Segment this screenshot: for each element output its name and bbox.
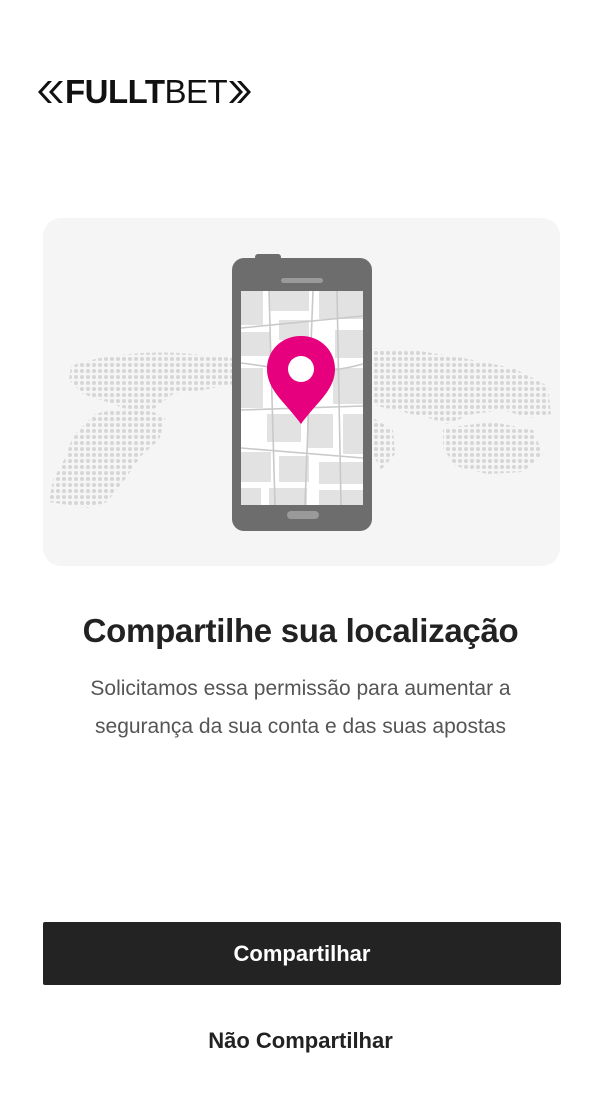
subtitle-line: Solicitamos essa permissão para aumentar…	[90, 677, 511, 700]
brand-logo: FULLTBET	[34, 74, 252, 110]
subtitle-line: segurança da sua conta e das suas aposta…	[95, 715, 506, 738]
brand-name: FULLTBET	[65, 73, 228, 110]
location-illustration	[43, 218, 560, 566]
dont-share-location-button[interactable]: Não Compartilhar	[150, 1020, 451, 1062]
share-location-button[interactable]: Compartilhar	[43, 922, 561, 985]
page-title: Compartilhe sua localização	[82, 612, 519, 649]
double-chevron-left-icon	[38, 81, 63, 103]
double-chevron-right-icon	[229, 81, 252, 103]
page-subtitle: Solicitamos essa permissão para aumentar…	[40, 670, 561, 746]
